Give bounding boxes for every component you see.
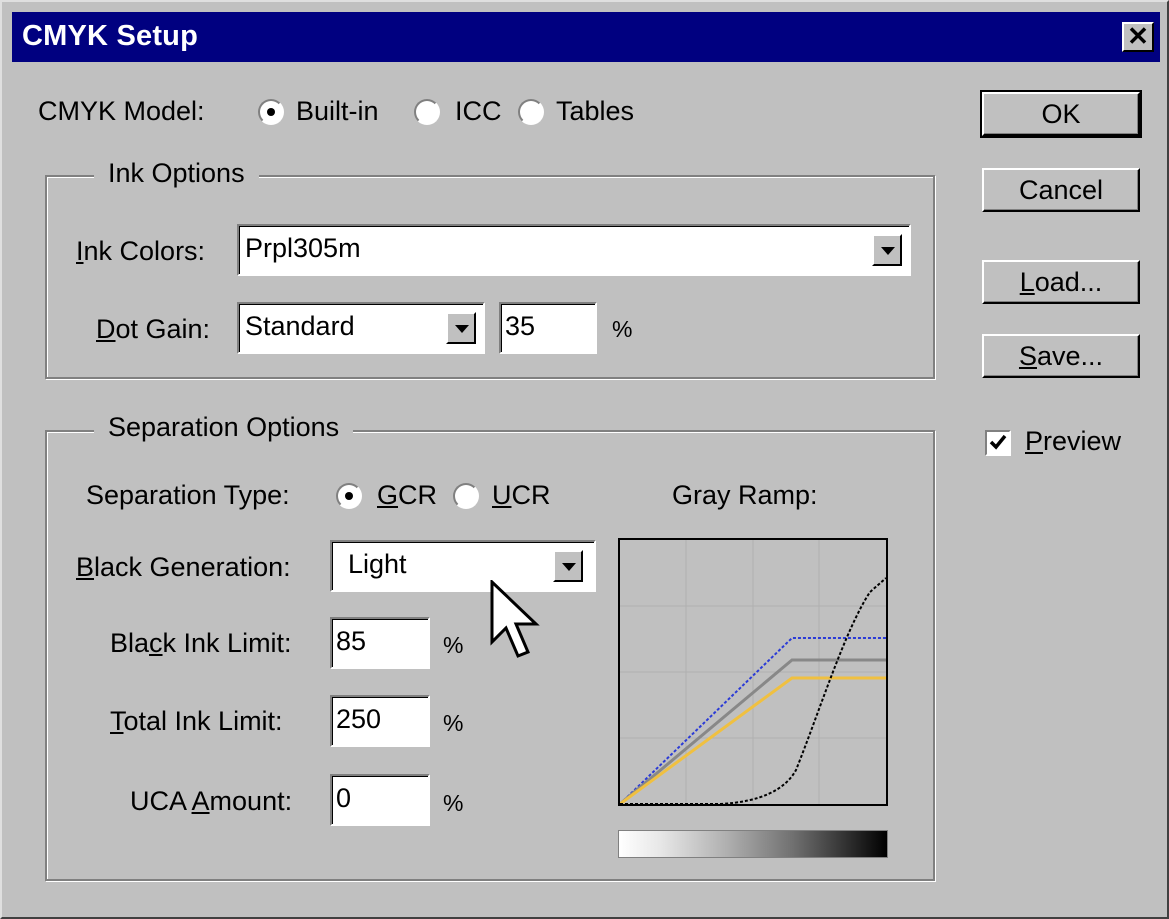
radio-built-in[interactable] (258, 99, 284, 125)
uca-amount-input[interactable]: 0 (330, 774, 430, 826)
total-ink-limit-label: Total Ink Limit: (110, 706, 283, 736)
save-label: Save... (1018, 341, 1104, 371)
save-button[interactable]: Save... (982, 334, 1140, 378)
percent-sign: % (443, 632, 464, 658)
black-generation-value: Light (348, 549, 407, 579)
radio-ucr[interactable] (453, 483, 479, 509)
ok-button[interactable]: OK (980, 90, 1142, 138)
radio-tables[interactable] (518, 99, 544, 125)
percent-sign: % (443, 790, 464, 816)
separation-options-legend: Separation Options (94, 412, 354, 443)
gray-ramp-label: Gray Ramp: (672, 480, 818, 510)
radio-tables-label[interactable]: Tables (556, 96, 634, 127)
ink-options-group (45, 175, 935, 379)
cancel-label: Cancel (1018, 175, 1104, 205)
gray-ramp-graph (618, 538, 888, 806)
radio-icc[interactable] (414, 99, 440, 125)
cancel-button[interactable]: Cancel (982, 168, 1140, 212)
gray-ramp-bar (618, 830, 888, 858)
ink-colors-value: Prpl305m (245, 233, 361, 263)
cursor-icon (490, 580, 540, 658)
load-button[interactable]: Load... (982, 260, 1140, 304)
dot-gain-value: Standard (245, 311, 355, 341)
cmyk-model-label: CMYK Model: (38, 96, 205, 126)
uca-amount-label: UCA Amount: (130, 786, 293, 816)
percent-sign: % (443, 710, 464, 736)
radio-ucr-label[interactable]: UCR (492, 480, 551, 511)
load-label: Load... (1019, 267, 1103, 297)
radio-icc-label[interactable]: ICC (455, 96, 502, 127)
black-ink-limit-input[interactable]: 85 (330, 617, 430, 669)
ink-colors-select[interactable]: Prpl305m (237, 224, 911, 276)
close-icon: ✕ (1127, 21, 1149, 51)
ink-options-legend: Ink Options (94, 158, 259, 189)
uca-amount-value: 0 (336, 783, 352, 813)
radio-gcr[interactable] (336, 483, 362, 509)
black-ink-limit-value: 85 (336, 626, 367, 656)
chevron-down-icon[interactable] (872, 234, 902, 266)
checkmark-icon (989, 434, 1007, 450)
separation-type-label: Separation Type: (86, 480, 290, 510)
radio-built-in-label[interactable]: Built-in (296, 96, 379, 127)
total-ink-limit-input[interactable]: 250 (330, 695, 430, 747)
dialog-title: CMYK Setup (22, 20, 198, 52)
chevron-down-icon[interactable] (446, 312, 476, 344)
radio-gcr-label[interactable]: GCR (377, 480, 437, 511)
black-ink-limit-label: Black Ink Limit: (110, 628, 292, 658)
preview-checkbox[interactable] (985, 430, 1011, 456)
dot-gain-percent-value: 35 (505, 311, 536, 341)
total-ink-limit-value: 250 (336, 704, 382, 734)
black-generation-label: Black Generation: (76, 552, 291, 582)
dot-gain-label: Dot Gain: (96, 314, 211, 344)
ink-colors-label: Ink Colors: (76, 236, 206, 266)
close-button[interactable]: ✕ (1122, 22, 1154, 52)
preview-label[interactable]: Preview (1025, 426, 1121, 457)
ok-label: OK (1041, 99, 1081, 129)
chevron-down-icon[interactable] (553, 550, 583, 582)
percent-sign: % (612, 316, 633, 342)
dot-gain-percent-input[interactable]: 35 (499, 302, 597, 354)
